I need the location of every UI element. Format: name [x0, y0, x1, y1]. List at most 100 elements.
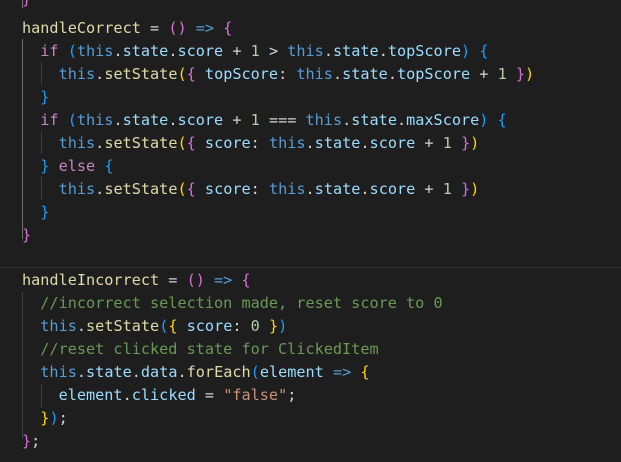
code-token: score — [186, 317, 233, 335]
code-token: element — [22, 386, 123, 404]
code-token: topScore — [387, 42, 461, 60]
code-token: ) — [470, 134, 480, 152]
code-token: ( — [159, 317, 169, 335]
code-token: ; — [287, 386, 297, 404]
code-token: => — [204, 271, 242, 289]
code-token: { — [241, 271, 251, 289]
code-token: state — [314, 180, 361, 198]
code-token: === — [259, 111, 306, 129]
code-token: setState — [104, 180, 178, 198]
code-token: ( — [177, 65, 187, 83]
code-token: { — [497, 111, 507, 129]
code-token: > — [259, 42, 288, 60]
code-token: else — [49, 157, 105, 175]
code-line-17: element.clicked = "false"; — [0, 384, 297, 407]
code-line-15: //reset clicked state for ClickedItem — [0, 338, 379, 361]
code-token: this — [22, 363, 77, 381]
code-token: this — [296, 65, 333, 83]
code-token: { — [104, 157, 114, 175]
code-token: this — [268, 180, 306, 198]
code-token: 1 — [250, 111, 260, 129]
code-token: { — [186, 180, 205, 198]
code-token: 1 — [250, 42, 260, 60]
code-token: . — [76, 317, 87, 335]
code-token: ) — [49, 409, 59, 427]
code-line-11: } — [0, 224, 31, 247]
code-token: . — [342, 111, 352, 129]
code-token: : — [250, 134, 269, 152]
code-line-8: } else { — [0, 155, 113, 178]
code-token: data — [140, 363, 178, 381]
code-token: { — [186, 134, 205, 152]
code-token: . — [95, 180, 105, 198]
code-token: //incorrect selection made, reset score … — [22, 294, 443, 312]
code-token: : — [278, 65, 297, 83]
code-token: } — [22, 226, 32, 244]
code-token: + — [415, 134, 443, 152]
code-token: = — [159, 271, 187, 289]
code-line-1: } — [0, 0, 31, 11]
code-token: topScore — [204, 65, 279, 83]
code-token: . — [396, 111, 407, 129]
code-token: this — [76, 42, 114, 60]
code-editor[interactable]: } handleCorrect = () => { if (this.state… — [0, 0, 621, 462]
code-token: 0 — [250, 317, 260, 335]
code-token: . — [305, 180, 315, 198]
code-divider — [0, 267, 621, 268]
code-token: + — [223, 111, 251, 129]
code-token: score — [369, 180, 416, 198]
code-token: } — [506, 65, 526, 83]
code-token: + — [470, 65, 498, 83]
code-token: + — [223, 42, 251, 60]
code-token: () — [168, 19, 187, 37]
code-token: { — [168, 317, 187, 335]
code-token: state — [122, 111, 169, 129]
code-line-18: }); — [0, 407, 68, 430]
code-line-9: this.setState({ score: this.state.score … — [0, 178, 480, 201]
code-token: } — [451, 180, 471, 198]
code-token: . — [378, 42, 388, 60]
code-token: score — [177, 42, 224, 60]
code-token: setState — [86, 317, 160, 335]
code-token: . — [95, 134, 105, 152]
code-token: => — [186, 19, 224, 37]
code-token: } — [22, 157, 50, 175]
code-token: : — [232, 317, 251, 335]
code-token: this — [76, 111, 114, 129]
code-token: } — [259, 317, 279, 335]
code-line-10: } — [0, 201, 49, 224]
code-token: . — [305, 134, 315, 152]
code-token: . — [113, 111, 123, 129]
code-token: handleCorrect — [22, 19, 141, 37]
code-token: score — [177, 111, 224, 129]
code-line-14: this.setState({ score: 0 }) — [0, 315, 287, 338]
code-token: this — [268, 134, 306, 152]
code-token: . — [131, 363, 141, 381]
code-token: ( — [67, 111, 77, 129]
code-token: state — [122, 42, 169, 60]
code-token: . — [360, 134, 370, 152]
code-token: "false" — [223, 386, 288, 404]
code-token: state — [332, 42, 379, 60]
code-token: . — [76, 363, 87, 381]
code-token: () — [186, 271, 205, 289]
code-line-12: handleIncorrect = () => { — [0, 269, 251, 292]
code-token: } — [22, 0, 31, 8]
code-token: ) — [461, 42, 471, 60]
code-token: { — [186, 65, 205, 83]
code-token: } — [22, 88, 50, 106]
code-line-19: }; — [0, 430, 40, 453]
code-token: this — [305, 111, 343, 129]
code-line-3: if (this.state.score + 1 > this.state.to… — [0, 40, 488, 63]
code-token: forEach — [186, 363, 251, 381]
code-token: ; — [58, 409, 68, 427]
code-token: . — [177, 363, 187, 381]
code-token: state — [86, 363, 132, 381]
code-token: } — [22, 409, 50, 427]
code-token: . — [95, 65, 105, 83]
code-line-5: } — [0, 86, 49, 109]
code-token: = — [195, 386, 224, 404]
code-token: //reset clicked state for ClickedItem — [22, 340, 379, 358]
